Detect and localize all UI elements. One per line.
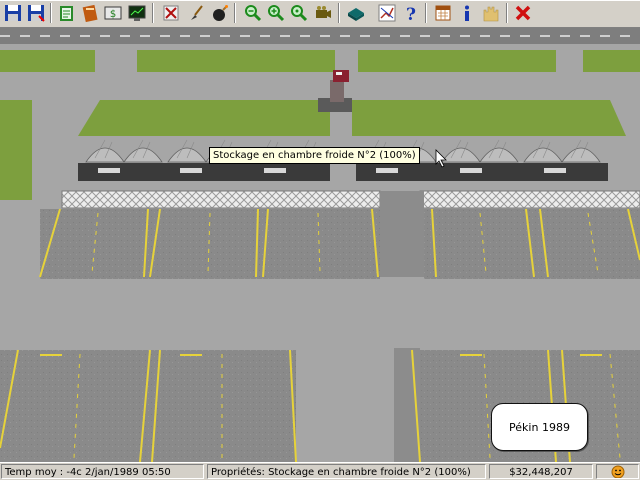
close-button[interactable] xyxy=(512,2,534,24)
zoom-in-icon xyxy=(268,5,285,22)
reports-button[interactable] xyxy=(56,2,78,24)
info-button[interactable] xyxy=(456,2,478,24)
airport-map[interactable] xyxy=(0,28,640,462)
svg-text:?: ? xyxy=(406,5,416,22)
save-button[interactable] xyxy=(2,2,24,24)
grass-patch xyxy=(352,100,626,136)
toolbar-separator xyxy=(338,3,340,23)
status-mood[interactable] xyxy=(596,464,639,479)
book-button[interactable] xyxy=(345,2,367,24)
save-icon xyxy=(5,5,21,21)
help-icon: ? xyxy=(406,5,416,22)
help-button[interactable]: ? xyxy=(400,2,422,24)
graph-icon xyxy=(128,5,146,21)
finances-button[interactable]: $ xyxy=(102,2,124,24)
bomb-button[interactable] xyxy=(209,2,231,24)
chart-icon xyxy=(378,4,396,22)
brush-icon xyxy=(191,5,203,20)
finances-icon: $ xyxy=(104,6,122,20)
grass-patch xyxy=(0,50,95,72)
grass-patch xyxy=(0,100,32,200)
smiley-icon xyxy=(611,465,624,478)
city-label: Pékin 1989 xyxy=(509,420,570,434)
grass-patch xyxy=(583,50,640,72)
central-taxiway xyxy=(380,191,424,277)
game-window: $ ? Stockage en chambre froide N°2 (100%… xyxy=(0,0,640,480)
fence-left xyxy=(61,190,381,209)
save-as-icon xyxy=(28,5,45,22)
camera-button[interactable] xyxy=(312,2,334,24)
calendar-icon xyxy=(435,5,451,21)
graph-button[interactable] xyxy=(126,2,148,24)
toolbar: $ ? xyxy=(0,0,640,28)
building-tooltip: Stockage en chambre froide N°2 (100%) xyxy=(209,147,420,164)
documents-button[interactable] xyxy=(79,2,101,24)
status-weather-date: Temp moy : -4c 2/jan/1989 05:50 xyxy=(1,464,204,479)
close-icon xyxy=(515,5,531,21)
zoom-out-icon xyxy=(245,5,262,22)
grass-patch xyxy=(358,50,556,72)
camera-icon xyxy=(316,6,331,18)
bomb-icon xyxy=(213,5,228,21)
toolbar-separator xyxy=(50,3,52,23)
brush-button[interactable] xyxy=(186,2,208,24)
apron xyxy=(0,286,640,346)
toolbar-separator xyxy=(506,3,508,23)
toolbar-separator xyxy=(152,3,154,23)
grass-patch xyxy=(78,100,330,136)
city-speech-bubble: Pékin 1989 xyxy=(491,403,588,451)
calendar-button[interactable] xyxy=(432,2,454,24)
documents-icon xyxy=(82,4,98,22)
bulldoze-icon xyxy=(163,5,179,21)
gate-stands-top[interactable] xyxy=(39,208,640,279)
bulldoze-button[interactable] xyxy=(160,2,182,24)
zoom-reset-button[interactable] xyxy=(288,2,310,24)
game-viewport[interactable]: Stockage en chambre froide N°2 (100%) Pé… xyxy=(0,28,640,462)
zoom-out-button[interactable] xyxy=(242,2,264,24)
chart-button[interactable] xyxy=(376,2,398,24)
toolbar-separator xyxy=(234,3,236,23)
zoom-in-button[interactable] xyxy=(265,2,287,24)
status-money: $32,448,207 xyxy=(489,464,593,479)
info-icon xyxy=(465,5,469,21)
toolbar-separator xyxy=(425,3,427,23)
castle-button[interactable] xyxy=(480,2,502,24)
zoom-reset-icon xyxy=(291,5,308,22)
book-icon xyxy=(348,8,364,21)
save-as-button[interactable] xyxy=(25,2,47,24)
status-properties: Propriétés: Stockage en chambre froide N… xyxy=(207,464,486,479)
grass-patch xyxy=(137,50,335,72)
status-bar: Temp moy : -4c 2/jan/1989 05:50 Propriét… xyxy=(0,462,640,480)
castle-icon xyxy=(483,6,499,22)
svg-text:$: $ xyxy=(110,9,116,20)
reports-icon xyxy=(60,6,73,21)
fence-right xyxy=(419,190,640,209)
